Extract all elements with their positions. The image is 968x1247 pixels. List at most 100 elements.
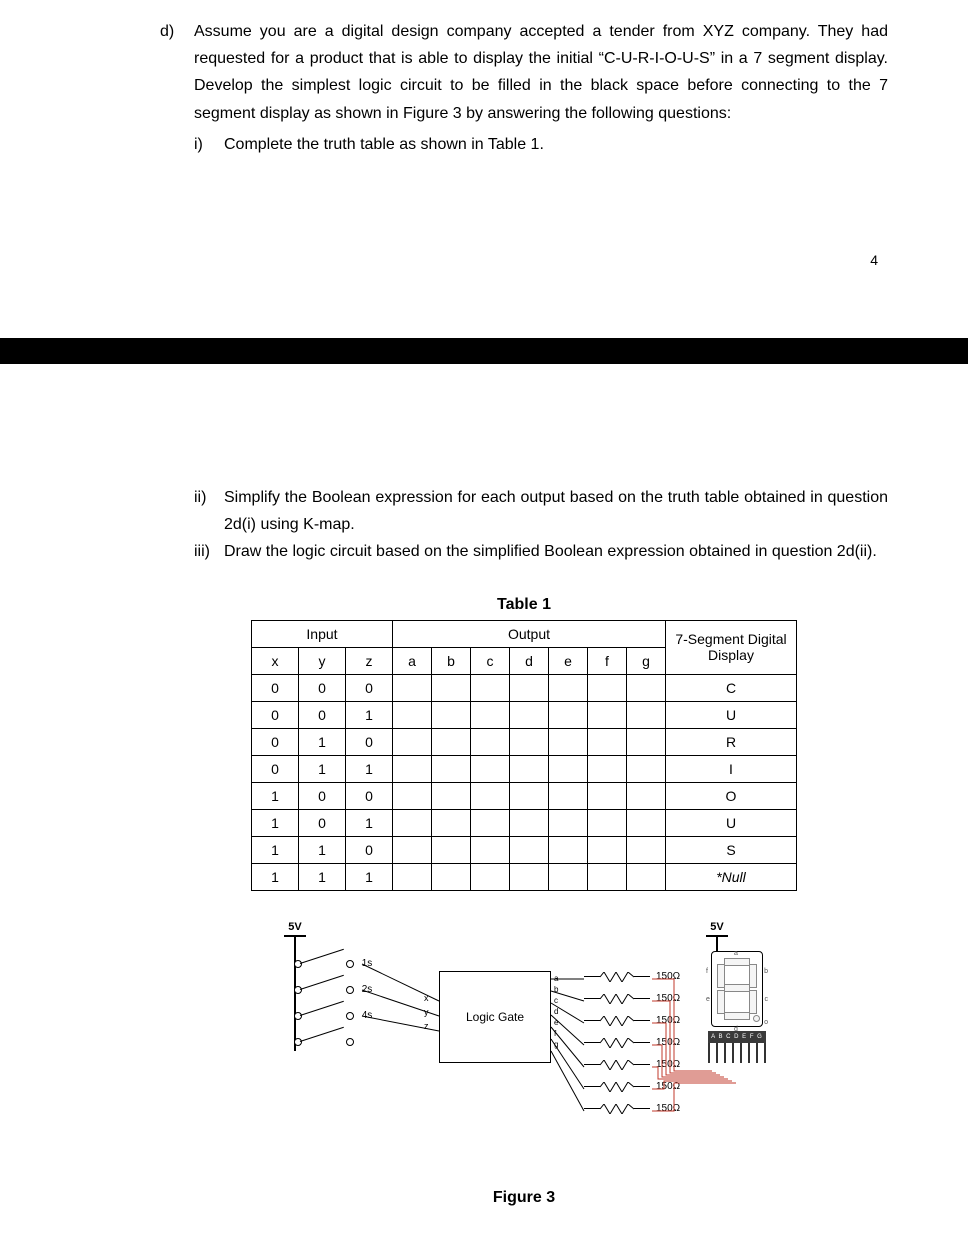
cell-output-blank: [549, 701, 588, 728]
wire-icon: [584, 998, 600, 999]
switch-2: 2s: [274, 977, 380, 1003]
logic-out-f: f: [554, 1028, 558, 1039]
page-2: ii) Simplify the Boolean expression for …: [0, 364, 968, 1247]
cell-output-blank: [627, 674, 666, 701]
cell-output-blank: [588, 809, 627, 836]
th-output: Output: [393, 620, 666, 647]
question-d-ii-text: Simplify the Boolean expression for each…: [224, 484, 888, 538]
wire-icon: [584, 1086, 600, 1087]
cell-output-blank: [510, 863, 549, 890]
cell-output-blank: [432, 809, 471, 836]
th-x: x: [252, 647, 299, 674]
cell-output-blank: [471, 782, 510, 809]
logic-out-a: a: [554, 973, 558, 984]
figure-3: 5V 5V 1s 2s: [234, 921, 814, 1181]
logic-out-labels: a b c d e f g: [554, 973, 558, 1050]
wire-icon: [634, 1086, 650, 1087]
switch-2-icon: [294, 983, 354, 997]
resistor-icon: [600, 1104, 634, 1114]
wire-icon: [634, 1020, 650, 1021]
cell-output-blank: [627, 863, 666, 890]
cell-input: 1: [346, 809, 393, 836]
wire-icon: [584, 976, 600, 977]
th-f: f: [588, 647, 627, 674]
cell-display: *Null: [666, 863, 797, 890]
cell-input: 0: [346, 836, 393, 863]
cell-output-blank: [471, 701, 510, 728]
cell-output-blank: [393, 701, 432, 728]
seg-label-f: f: [706, 968, 708, 975]
cell-input: 1: [299, 863, 346, 890]
wire-icon: [634, 1108, 650, 1109]
cell-input: 1: [299, 755, 346, 782]
cell-output-blank: [627, 836, 666, 863]
switch-3-label: 4s: [354, 1010, 380, 1021]
cell-display: U: [666, 809, 797, 836]
logic-in-x: x: [424, 991, 429, 1005]
cell-input: 1: [346, 701, 393, 728]
resistor-row: 150Ω: [584, 1076, 680, 1098]
cell-output-blank: [510, 836, 549, 863]
wire-icon: [634, 976, 650, 977]
switch-3: 4s: [274, 1003, 380, 1029]
logic-out-d: d: [554, 1006, 558, 1017]
logic-out-g: g: [554, 1039, 558, 1050]
th-c: c: [471, 647, 510, 674]
cell-output-blank: [549, 809, 588, 836]
cell-input: 1: [252, 782, 299, 809]
resistor-row: 150Ω: [584, 1032, 680, 1054]
cell-output-blank: [549, 728, 588, 755]
seg-label-a: a: [734, 950, 738, 957]
resistor-label: 150Ω: [656, 1059, 680, 1070]
resistor-label: 150Ω: [656, 1081, 680, 1092]
cell-output-blank: [393, 755, 432, 782]
seg-label-d: d: [734, 1026, 738, 1033]
cell-input: 0: [252, 674, 299, 701]
logic-out-c: c: [554, 995, 558, 1006]
seg-label-c: c: [765, 996, 769, 1003]
cell-input: 0: [252, 728, 299, 755]
truth-table: Input Output 7-Segment Digital Display x…: [251, 620, 797, 891]
th-g: g: [627, 647, 666, 674]
figure-caption: Figure 3: [160, 1189, 888, 1207]
cell-output-blank: [471, 674, 510, 701]
cell-output-blank: [627, 755, 666, 782]
cell-input: 1: [299, 836, 346, 863]
cell-output-blank: [471, 728, 510, 755]
cell-output-blank: [432, 836, 471, 863]
cell-output-blank: [393, 782, 432, 809]
th-a: a: [393, 647, 432, 674]
question-d-iii-text: Draw the logic circuit based on the simp…: [224, 538, 888, 565]
cell-input: 1: [346, 755, 393, 782]
question-d-ii-marker: ii): [194, 484, 224, 538]
wire-icon: [584, 1108, 600, 1109]
th-b: b: [432, 647, 471, 674]
cell-input: 1: [252, 863, 299, 890]
cell-input: 0: [346, 782, 393, 809]
table-row: 000C: [252, 674, 797, 701]
cell-input: 0: [252, 701, 299, 728]
resistor-icon: [600, 994, 634, 1004]
logic-in-z: z: [424, 1019, 429, 1033]
wire-icon: [634, 1064, 650, 1065]
logic-gate-label: Logic Gate: [466, 1010, 524, 1024]
cell-output-blank: [549, 782, 588, 809]
cell-input: 1: [346, 863, 393, 890]
cell-output-blank: [432, 674, 471, 701]
switch-1-icon: [294, 957, 354, 971]
table-row: 110S: [252, 836, 797, 863]
resistor-row: 150Ω: [584, 1010, 680, 1032]
table-row: 011I: [252, 755, 797, 782]
logic-in-labels: x y z: [424, 991, 429, 1033]
cell-input: 0: [299, 782, 346, 809]
page-divider: [0, 338, 968, 364]
page-number: 4: [870, 252, 878, 268]
cell-output-blank: [393, 836, 432, 863]
cell-output-blank: [510, 701, 549, 728]
cell-output-blank: [588, 863, 627, 890]
cell-output-blank: [471, 863, 510, 890]
wire-icon: [584, 1064, 600, 1065]
cell-display: U: [666, 701, 797, 728]
question-d-marker: d): [160, 18, 194, 158]
cell-display: R: [666, 728, 797, 755]
